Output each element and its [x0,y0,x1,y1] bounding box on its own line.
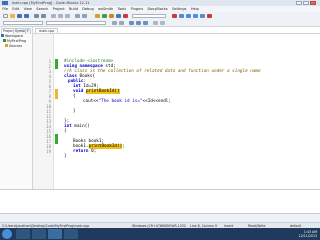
jump-forward-icon[interactable] [119,20,124,25]
function-select[interactable] [46,20,106,25]
management-panel: Projects Symbols F Workspace MyFirstProg… [0,27,33,213]
save-all-icon[interactable] [24,13,29,18]
match-case-icon[interactable] [153,20,158,25]
minimize-button[interactable] [296,1,302,5]
maximize-button[interactable] [303,1,309,5]
undo-icon[interactable] [34,13,39,18]
new-file-icon[interactable] [3,13,8,18]
toolbar-code [0,19,320,27]
close-button[interactable] [310,1,316,5]
logs-panel [0,189,320,214]
open-folder-icon[interactable] [10,13,15,18]
step-out-icon[interactable] [200,13,205,18]
workspace-icon [1,34,4,37]
project-tree: Workspace MyFirstProg Sources [1,34,26,49]
taskbar-app-codeblocks[interactable] [48,229,62,239]
find-icon[interactable] [75,13,80,18]
abort-icon[interactable] [123,13,128,18]
scope-select[interactable] [3,20,43,25]
rebuild-icon[interactable] [116,13,121,18]
line-number: 19 [46,149,51,154]
clock-date: 12/11/2013 [298,234,317,238]
replace-icon[interactable] [82,13,87,18]
build-and-run-icon[interactable] [109,13,114,18]
code-line: } [64,154,67,159]
code-line: { [64,129,67,134]
code-line: cout<<"The book id is="<<Id<<endl; [83,99,171,104]
tab-divider [33,33,320,34]
prev-bookmark-icon[interactable] [136,20,141,25]
app-icon [2,1,8,5]
next-line-icon[interactable] [186,13,191,18]
jump-back-icon[interactable] [112,20,117,25]
run-icon[interactable] [102,13,107,18]
build-icon[interactable] [95,13,100,18]
run-to-cursor-icon[interactable] [179,13,184,18]
next-bookmark-icon[interactable] [143,20,148,25]
saved-change-marker [55,134,58,144]
folder-icon [5,44,8,47]
toggle-bookmark-icon[interactable] [129,20,134,25]
save-icon[interactable] [17,13,22,18]
taskbar-app-explorer[interactable] [16,229,30,239]
taskbar-app-media[interactable] [64,229,78,239]
stop-debugger-icon[interactable] [207,13,212,18]
cut-icon[interactable] [51,13,56,18]
debug-icon[interactable] [172,13,177,18]
redo-icon[interactable] [41,13,46,18]
code-editor[interactable]: main.cpp 1 2 3 4 5 6 7 8 9 10 11 12 13 1… [33,27,320,189]
saved-change-marker [55,59,58,69]
step-into-icon[interactable] [193,13,198,18]
regex-icon[interactable] [160,20,165,25]
start-button[interactable] [2,229,12,239]
code-line: } [73,109,76,114]
tree-item-sources[interactable]: Sources [1,44,26,49]
build-target-select[interactable] [132,13,166,18]
copy-icon[interactable] [58,13,63,18]
unsaved-change-marker [55,89,58,99]
os-taskbar: 1:43 AM 12/11/2013 [0,228,320,240]
taskbar-app-browser[interactable] [32,229,46,239]
project-icon [3,39,6,42]
taskbar-clock[interactable]: 1:43 AM 12/11/2013 [299,230,317,238]
paste-icon[interactable] [65,13,70,18]
